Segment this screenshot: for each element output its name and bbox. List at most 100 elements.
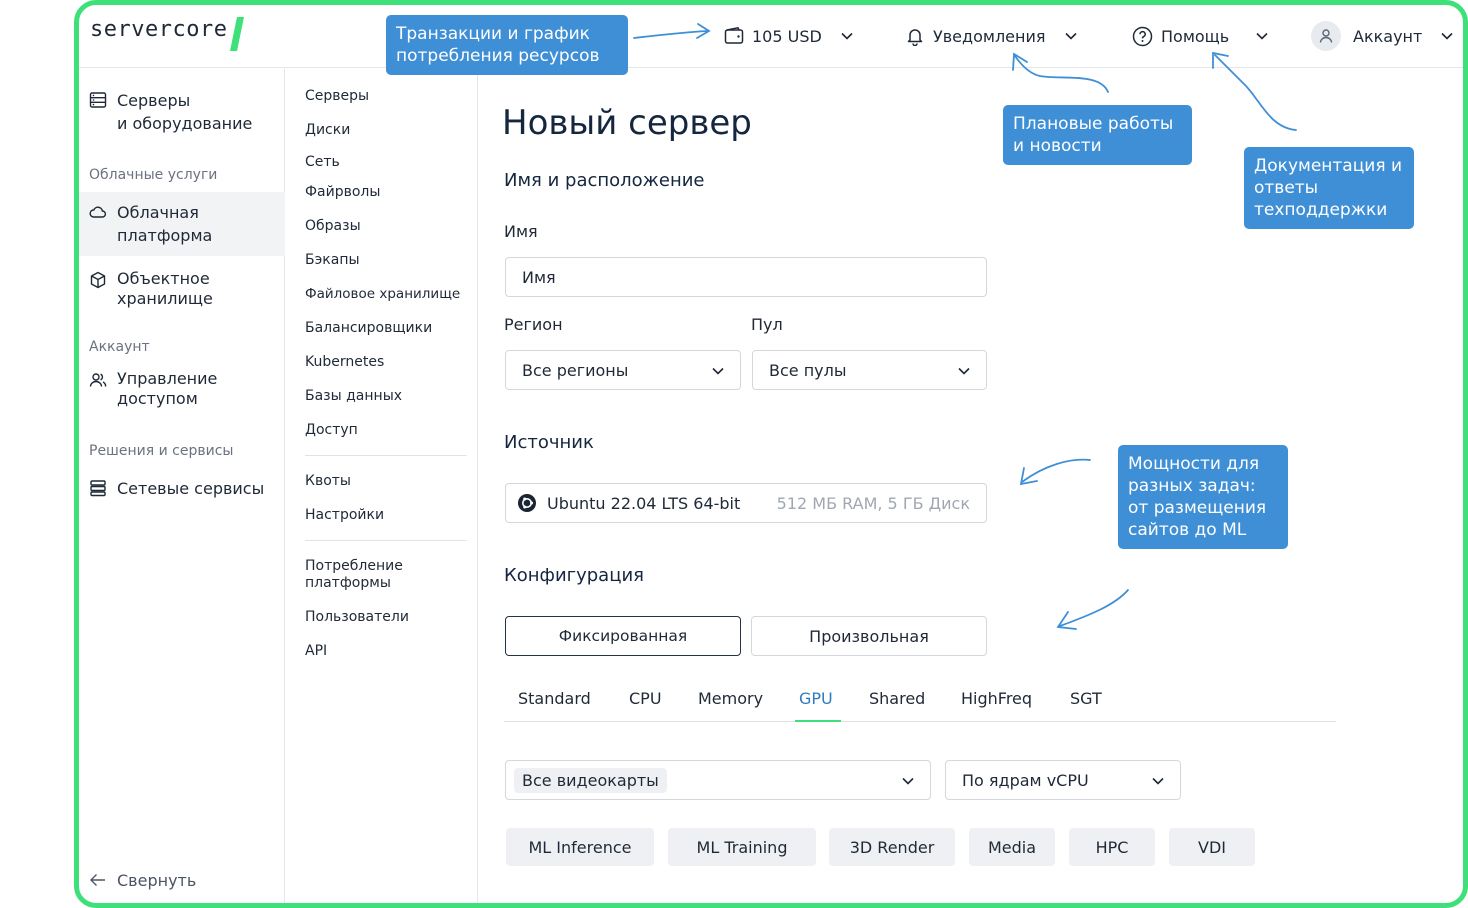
chip-vdi[interactable]: VDI xyxy=(1169,828,1255,866)
tab-standard[interactable]: Standard xyxy=(518,689,591,708)
collapse-button[interactable]: Свернуть xyxy=(79,869,285,892)
tab-memory[interactable]: Memory xyxy=(698,689,763,708)
cube-icon xyxy=(90,271,106,289)
subnav-item-platform-usage[interactable]: Потребление платформы xyxy=(305,558,435,592)
section-title: Облачные услуги xyxy=(89,167,218,183)
sidebar-item-label: и оборудование xyxy=(117,114,253,133)
name-input[interactable]: Имя xyxy=(505,257,987,297)
subnav-item-kubernetes[interactable]: Kubernetes xyxy=(305,354,384,371)
subnav-item-network[interactable]: Сеть xyxy=(305,154,340,171)
config-fixed-button[interactable]: Фиксированная xyxy=(505,616,741,656)
avatar xyxy=(1311,21,1341,51)
network-icon xyxy=(90,480,106,497)
subnav-item-file-storage[interactable]: Файловое хранилище xyxy=(305,286,460,303)
section-heading: Имя и расположение xyxy=(504,170,705,191)
subnav-item-databases[interactable]: Базы данных xyxy=(305,388,402,405)
chevron-down-icon xyxy=(1064,32,1077,40)
config-heading: Конфигурация xyxy=(504,565,644,586)
chip-ml-inference[interactable]: ML Inference xyxy=(506,828,654,866)
chevron-down-icon xyxy=(902,777,914,785)
balance-button[interactable]: 105 USD xyxy=(724,23,854,49)
chip-3d-render[interactable]: 3D Render xyxy=(829,828,955,866)
section-title: Аккаунт xyxy=(89,339,150,355)
sidebar-item-servers[interactable]: Серверы и оборудование xyxy=(79,89,285,135)
subnav-item-disks[interactable]: Диски xyxy=(305,122,350,139)
chevron-down-icon xyxy=(1256,32,1268,40)
sidebar-item-cloud-platform[interactable]: Облачная платформа xyxy=(79,192,285,256)
main-sidebar: Серверы и оборудование Облачные услуги Об… xyxy=(79,69,285,903)
sidebar-item-object-storage[interactable]: Объектное хранилище xyxy=(79,269,285,309)
chip-ml-training[interactable]: ML Training xyxy=(668,828,816,866)
source-os: Ubuntu 22.04 LTS 64-bit xyxy=(547,493,741,513)
tab-sgt[interactable]: SGT xyxy=(1070,689,1102,708)
notifications-button[interactable]: Уведомления xyxy=(905,23,1078,49)
section-title: Решения и сервисы xyxy=(89,443,234,459)
subnav-item-users[interactable]: Пользователи xyxy=(305,609,409,626)
subnav-item-firewalls[interactable]: Файрволы xyxy=(305,184,380,201)
users-icon xyxy=(89,373,107,387)
config-custom-button[interactable]: Произвольная xyxy=(751,616,987,656)
gpu-filter-value: Все видеокарты xyxy=(514,767,667,793)
divider xyxy=(305,540,467,541)
chip-hpc[interactable]: HPC xyxy=(1069,828,1155,866)
user-icon xyxy=(1319,29,1333,43)
pool-select-value: Все пулы xyxy=(769,360,847,380)
divider xyxy=(305,455,467,456)
tab-gpu[interactable]: GPU xyxy=(799,689,833,708)
chip-media[interactable]: Media xyxy=(969,828,1055,866)
sidebar-item-network-services[interactable]: Сетевые сервисы xyxy=(79,477,285,500)
subnav-item-balancers[interactable]: Балансировщики xyxy=(305,320,432,337)
pool-select[interactable]: Все пулы xyxy=(752,350,987,390)
notifications-label: Уведомления xyxy=(933,26,1046,46)
subnav-item-access[interactable]: Доступ xyxy=(305,422,358,439)
callout-docs: Документация и ответы техподдержки xyxy=(1244,147,1414,229)
cloud-subnav: Серверы Диски Сеть Файрволы Образы Бэкап… xyxy=(286,69,478,903)
sort-select[interactable]: По ядрам vCPU xyxy=(945,760,1181,800)
region-label: Регион xyxy=(504,315,563,334)
logo-slash-icon xyxy=(230,17,244,51)
subnav-item-settings[interactable]: Настройки xyxy=(305,507,384,524)
subnav-item-api[interactable]: API xyxy=(305,643,327,660)
source-heading: Источник xyxy=(504,432,594,453)
account-button[interactable]: Аккаунт xyxy=(1311,19,1454,53)
subnav-item-backups[interactable]: Бэкапы xyxy=(305,252,360,269)
gpu-filter-select[interactable]: Все видеокарты xyxy=(505,760,931,800)
sidebar-item-label: хранилище xyxy=(117,289,213,308)
page-title: Новый сервер xyxy=(502,103,752,143)
sidebar-item-label: Сетевые сервисы xyxy=(117,479,265,498)
account-label: Аккаунт xyxy=(1353,26,1423,46)
subnav-item-servers[interactable]: Серверы xyxy=(305,88,369,105)
sidebar-item-access-management[interactable]: Управление доступом xyxy=(79,369,285,409)
top-bar: servercore 105 USD Уведомления Помощь Ак… xyxy=(79,5,1463,68)
help-button[interactable]: Помощь xyxy=(1132,23,1269,49)
name-label: Имя xyxy=(504,222,538,241)
sidebar-item-label: Управление xyxy=(117,369,218,388)
callout-transactions: Транзакции и график потребления ресурсов xyxy=(386,15,628,75)
tab-shared[interactable]: Shared xyxy=(869,689,925,708)
source-spec: 512 МБ RAM, 5 ГБ Диск xyxy=(776,493,970,513)
chevron-down-icon xyxy=(958,367,970,375)
chevron-down-icon xyxy=(1152,777,1164,785)
ubuntu-icon xyxy=(518,494,536,512)
subnav-item-quotas[interactable]: Квоты xyxy=(305,473,351,490)
source-selector[interactable]: Ubuntu 22.04 LTS 64-bit 512 МБ RAM, 5 ГБ… xyxy=(505,483,987,523)
help-label: Помощь xyxy=(1161,26,1230,46)
tabs-divider xyxy=(504,721,1336,722)
tab-highfreq[interactable]: HighFreq xyxy=(961,689,1032,708)
bell-icon xyxy=(907,29,923,46)
tab-cpu[interactable]: CPU xyxy=(629,689,662,708)
callout-news: Плановые работы и новости xyxy=(1003,105,1192,165)
chevron-down-icon xyxy=(841,32,853,40)
region-select-value: Все регионы xyxy=(522,360,629,380)
question-circle-icon xyxy=(1132,26,1153,46)
wallet-icon xyxy=(724,27,744,44)
subnav-item-images[interactable]: Образы xyxy=(305,218,361,235)
sidebar-item-label: доступом xyxy=(117,389,198,408)
callout-power: Мощности для разных задач: от размещения… xyxy=(1118,445,1288,549)
collapse-label: Свернуть xyxy=(117,871,197,890)
region-select[interactable]: Все регионы xyxy=(505,350,741,390)
server-icon xyxy=(89,92,107,108)
sidebar-item-label: Облачная xyxy=(117,203,199,222)
pool-label: Пул xyxy=(751,315,783,334)
name-input-value: Имя xyxy=(522,267,556,287)
